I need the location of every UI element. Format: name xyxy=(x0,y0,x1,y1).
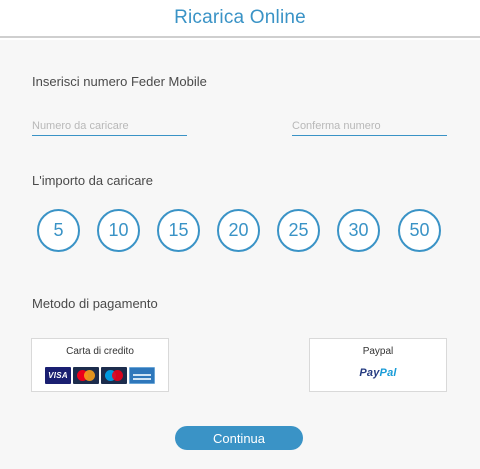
continue-button[interactable]: Continua xyxy=(175,426,303,450)
confirm-number-input[interactable] xyxy=(292,116,447,136)
mastercard-icon xyxy=(73,367,99,384)
amount-option-30[interactable]: 30 xyxy=(337,209,380,252)
confirm-number-field xyxy=(292,116,447,136)
maestro-icon xyxy=(101,367,127,384)
amount-option-20[interactable]: 20 xyxy=(217,209,260,252)
amount-option-10[interactable]: 10 xyxy=(97,209,140,252)
payment-section-label: Metodo di pagamento xyxy=(32,296,158,311)
recharge-form: Inserisci numero Feder Mobile L'importo … xyxy=(0,40,480,469)
phone-number-field xyxy=(32,116,187,136)
amount-option-25[interactable]: 25 xyxy=(277,209,320,252)
amount-section-label: L'importo da caricare xyxy=(32,173,153,188)
paypal-title: Paypal xyxy=(362,346,394,357)
page-title: Ricarica Online xyxy=(174,7,306,28)
paypal-logo-icon: PayPal xyxy=(359,367,397,379)
header-bar: Ricarica Online xyxy=(0,0,480,38)
paypal-option[interactable]: Paypal PayPal xyxy=(309,338,447,392)
amount-options: 5 10 15 20 25 30 50 xyxy=(37,209,442,253)
american-express-icon xyxy=(129,367,155,384)
amount-option-5[interactable]: 5 xyxy=(37,209,80,252)
phone-number-input[interactable] xyxy=(32,116,187,136)
amount-option-50[interactable]: 50 xyxy=(398,209,441,252)
amount-option-15[interactable]: 15 xyxy=(157,209,200,252)
credit-card-option[interactable]: Carta di credito VISA xyxy=(31,338,169,392)
number-section-label: Inserisci numero Feder Mobile xyxy=(32,74,207,89)
visa-icon: VISA xyxy=(45,367,71,384)
card-brand-logos: VISA xyxy=(45,367,155,384)
credit-card-title: Carta di credito xyxy=(66,346,134,357)
